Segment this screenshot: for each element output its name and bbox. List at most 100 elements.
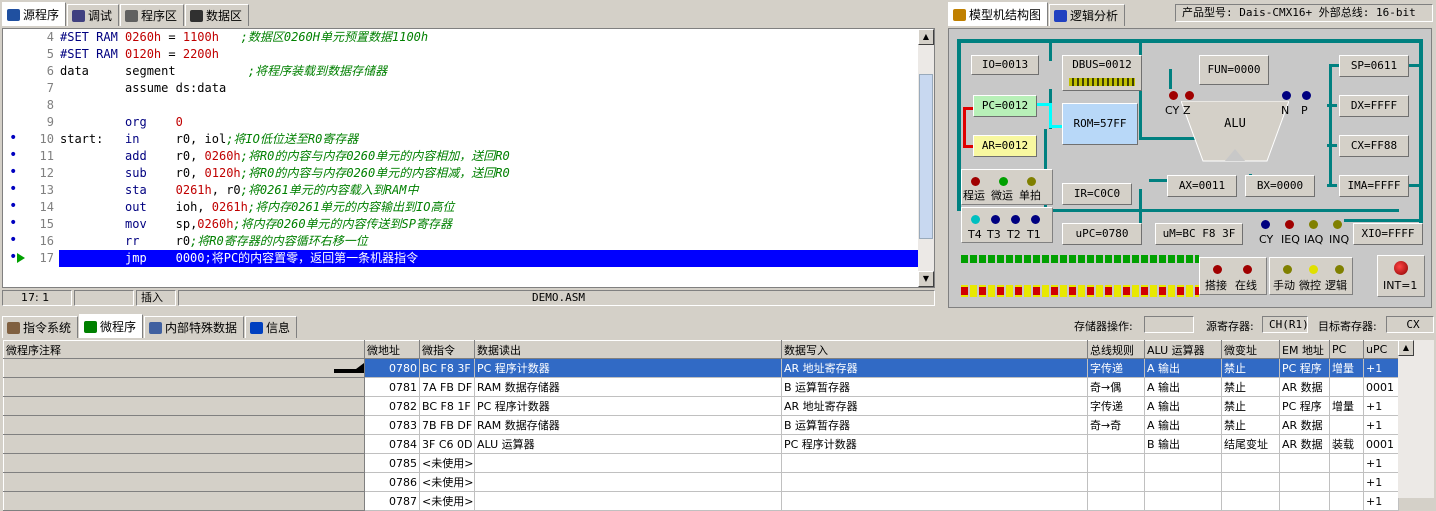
table-cell[interactable]	[1329, 491, 1364, 511]
row-comment-cell[interactable]	[3, 377, 365, 397]
table-cell[interactable]: 字传递	[1087, 396, 1145, 416]
code-text[interactable]: mov sp,0260h;将内存0260单元的内容传送到SP寄存器	[59, 216, 918, 233]
table-cell[interactable]: AR 数据	[1279, 377, 1330, 397]
table-cell[interactable]	[1087, 434, 1145, 454]
table-scrollbar[interactable]: ▲	[1398, 340, 1434, 498]
column-header[interactable]: EM 地址	[1279, 340, 1330, 359]
table-cell[interactable]	[1279, 453, 1330, 473]
code-line[interactable]: 8	[3, 97, 934, 114]
code-line[interactable]: • 10 start: in r0, iol;将IO低位送至R0寄存器	[3, 131, 934, 148]
table-scroll-up[interactable]: ▲	[1398, 340, 1414, 356]
source-editor[interactable]: 4 #SET RAM 0260h = 1100h ;数据区0260H单元预置数据1…	[2, 28, 935, 288]
table-cell[interactable]: RAM 数据存储器	[474, 415, 782, 435]
table-cell[interactable]: PC 程序	[1279, 396, 1330, 416]
code-line[interactable]: • 15 mov sp,0260h;将内存0260单元的内容传送到SP寄存器	[3, 216, 934, 233]
code-text[interactable]: jmp 0000;将PC的内容置零，返回第一条机器指令	[59, 250, 918, 267]
code-text[interactable]: out ioh, 0261h;将内存0261单元的内容输出到IO高位	[59, 199, 918, 216]
code-text[interactable]: #SET RAM 0260h = 1100h ;数据区0260H单元预置数据11…	[59, 29, 918, 46]
row-comment-cell[interactable]	[3, 415, 365, 435]
line-gutter[interactable]: 6	[3, 63, 58, 80]
column-header[interactable]: 微程序注释	[3, 340, 365, 359]
line-gutter[interactable]: • 10	[3, 131, 58, 148]
table-cell[interactable]: 0001	[1363, 434, 1399, 454]
table-cell[interactable]	[1144, 453, 1222, 473]
table-cell[interactable]: 字传递	[1087, 358, 1145, 378]
table-cell[interactable]	[1221, 472, 1280, 492]
table-cell[interactable]: 0780	[364, 358, 420, 378]
table-cell[interactable]: 0001	[1363, 377, 1399, 397]
code-line[interactable]: • 13 sta 0261h, r0;将0261单元的内容载入到RAM中	[3, 182, 934, 199]
code-text[interactable]	[59, 97, 918, 114]
table-row[interactable]: 0782 BC F8 1F PC 程序计数器 AR 地址寄存器 字传递 A 输出 禁止 PC …	[3, 396, 1399, 416]
table-cell[interactable]	[781, 472, 1088, 492]
line-gutter[interactable]: • 13	[3, 182, 58, 199]
code-line[interactable]: 7 assume ds:data	[3, 80, 934, 97]
table-cell[interactable]	[1087, 491, 1145, 511]
table-cell[interactable]: 0786	[364, 472, 420, 492]
code-text[interactable]: start: in r0, iol;将IO低位送至R0寄存器	[59, 131, 918, 148]
row-comment-cell[interactable]	[3, 396, 365, 416]
table-cell[interactable]: B 运算暂存器	[781, 415, 1088, 435]
table-cell[interactable]: 禁止	[1221, 415, 1280, 435]
table-row[interactable]: 0786 <未使用> +1	[3, 472, 1399, 492]
tab-logic-analysis[interactable]: 逻辑分析	[1049, 4, 1126, 26]
table-cell[interactable]: 装载	[1329, 434, 1364, 454]
editor-vertical-scrollbar[interactable]: ▲ ▼	[918, 29, 934, 287]
table-row[interactable]: 0783 7B FB DF RAM 数据存储器 B 运算暂存器 奇→奇 A 输出 禁止 AR …	[3, 415, 1399, 435]
table-cell[interactable]: 禁止	[1221, 377, 1280, 397]
table-cell[interactable]: PC 程序计数器	[474, 358, 782, 378]
table-cell[interactable]: 结尾变址	[1221, 434, 1280, 454]
table-cell[interactable]: +1	[1363, 472, 1399, 492]
tab-microprogram[interactable]: 微程序	[79, 314, 144, 338]
table-cell[interactable]: 奇→偶	[1087, 377, 1145, 397]
scroll-up-button[interactable]: ▲	[918, 29, 934, 45]
table-cell[interactable]: 禁止	[1221, 358, 1280, 378]
code-line[interactable]: • 16 rr r0;将R0寄存器的内容循环右移一位	[3, 233, 934, 250]
tab-source[interactable]: 源程序	[2, 2, 67, 26]
line-gutter[interactable]: • 14	[3, 199, 58, 216]
table-cell[interactable]: <未使用>	[419, 453, 475, 473]
code-text[interactable]: sta 0261h, r0;将0261单元的内容载入到RAM中	[59, 182, 918, 199]
table-cell[interactable]: AR 地址寄存器	[781, 358, 1088, 378]
table-cell[interactable]: 增量	[1329, 396, 1364, 416]
table-cell[interactable]: +1	[1363, 415, 1399, 435]
code-text[interactable]: org 0	[59, 114, 918, 131]
code-text[interactable]: data segment ;将程序装载到数据存储器	[59, 63, 918, 80]
scroll-down-button[interactable]: ▼	[918, 271, 934, 287]
table-cell[interactable]: +1	[1363, 491, 1399, 511]
line-gutter[interactable]: • 16	[3, 233, 58, 250]
table-cell[interactable]	[1329, 415, 1364, 435]
column-header[interactable]: 微指令	[419, 340, 475, 359]
table-cell[interactable]: 0785	[364, 453, 420, 473]
code-line[interactable]: • 17 jmp 0000;将PC的内容置零，返回第一条机器指令	[3, 250, 934, 267]
table-cell[interactable]	[781, 491, 1088, 511]
column-header[interactable]: 数据写入	[781, 340, 1088, 359]
column-header[interactable]: uPC	[1363, 340, 1399, 359]
line-gutter[interactable]: • 11	[3, 148, 58, 165]
code-line[interactable]: 5 #SET RAM 0120h = 2200h	[3, 46, 934, 63]
table-cell[interactable]: B 运算暂存器	[781, 377, 1088, 397]
code-line[interactable]: • 11 add r0, 0260h;将R0的内容与内存0260单元的内容相加，送…	[3, 148, 934, 165]
table-cell[interactable]: A 输出	[1144, 415, 1222, 435]
column-header[interactable]: PC	[1329, 340, 1364, 359]
table-cell[interactable]	[1329, 472, 1364, 492]
code-line[interactable]: 9 org 0	[3, 114, 934, 131]
column-header[interactable]: 微变址	[1221, 340, 1280, 359]
line-gutter[interactable]: 8	[3, 97, 58, 114]
table-row[interactable]: 0785 <未使用> +1	[3, 453, 1399, 473]
table-cell[interactable]	[474, 491, 782, 511]
int-led[interactable]	[1394, 261, 1408, 275]
code-line[interactable]: • 12 sub r0, 0120h;将R0的内容与内存0260单元的内容相减，送…	[3, 165, 934, 182]
table-cell[interactable]: 奇→奇	[1087, 415, 1145, 435]
table-cell[interactable]: 7A FB DF	[419, 377, 475, 397]
column-header[interactable]: ALU 运算器	[1144, 340, 1222, 359]
tab-model-structure[interactable]: 模型机结构图	[948, 2, 1049, 26]
table-cell[interactable]: 0784	[364, 434, 420, 454]
table-cell[interactable]	[1144, 472, 1222, 492]
table-cell[interactable]: <未使用>	[419, 491, 475, 511]
table-cell[interactable]	[1144, 491, 1222, 511]
table-row[interactable]: 0780 BC F8 3F PC 程序计数器 AR 地址寄存器 字传递 A 输出 禁止 PC …	[3, 358, 1399, 378]
table-row[interactable]: 0787 <未使用> +1	[3, 491, 1399, 511]
table-row[interactable]: 0781 7A FB DF RAM 数据存储器 B 运算暂存器 奇→偶 A 输出 禁止 AR …	[3, 377, 1399, 397]
table-cell[interactable]: 0781	[364, 377, 420, 397]
